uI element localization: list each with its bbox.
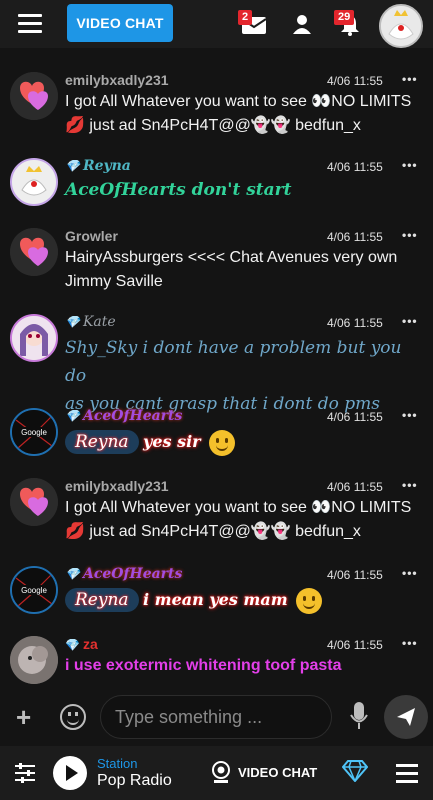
avatar[interactable] [10,478,58,526]
top-bar: VIDEO CHAT 2 29 [0,0,433,48]
timestamp: 4/06 11:55 [327,638,383,652]
message-text: I got All Whatever you want to see 👀NO L… [65,93,412,134]
message-text: AceOfHearts don't start [65,180,292,200]
notification-badge: 29 [334,10,355,25]
timestamp: 4/06 11:55 [327,230,383,244]
profile-avatar[interactable] [379,4,423,48]
message-text: Reyna yes sir [65,430,427,456]
camera-icon [212,761,230,783]
avatar[interactable] [10,158,58,206]
diamond-icon: 💎 [65,159,80,173]
more-options-icon[interactable]: ••• [402,228,418,242]
more-options-icon[interactable]: ••• [402,408,418,422]
diamond-icon: 💎 [65,638,80,652]
message-item: 💎 Reyna 4/06 11:55 ••• AceOfHearts don't … [0,156,433,216]
more-options-icon[interactable]: ••• [402,314,418,328]
message-input[interactable] [100,695,332,739]
more-options-icon[interactable]: ••• [402,636,418,650]
message-item: Google 💎 AceOfHearts 4/06 11:55 ••• Reyna… [0,564,433,628]
username[interactable]: emilybxadly231 [65,478,169,494]
google-logo: Google [21,586,47,595]
mic-icon[interactable] [350,702,368,735]
username[interactable]: 💎 Reyna [65,158,131,174]
more-options-icon[interactable]: ••• [402,566,418,580]
avatar[interactable] [10,314,58,362]
message-item: emilybxadly231 4/06 11:55 ••• I got All … [0,70,433,154]
username[interactable]: 💎 za [65,636,98,652]
avatar[interactable] [10,72,58,120]
message-text: HairyAssburgers <<<< Chat Avenues very o… [65,249,398,290]
username[interactable]: 💎 Kate [65,314,116,330]
timestamp: 4/06 11:55 [327,316,383,330]
video-chat-button[interactable]: VIDEO CHAT [67,4,173,42]
google-logo: Google [21,428,47,437]
player-bar: Station Pop Radio VIDEO CHAT [0,746,433,800]
diamond-icon: 💎 [65,567,80,581]
send-icon [397,708,415,726]
message-composer: + [0,688,433,746]
timestamp: 4/06 11:55 [327,160,383,174]
timestamp: 4/06 11:55 [327,74,383,88]
username[interactable]: 💎 AceOfHearts [65,408,182,424]
diamond-icon[interactable] [341,760,369,787]
mail-badge: 2 [238,10,253,25]
timestamp: 4/06 11:55 [327,410,383,424]
avatar[interactable]: Google [10,408,58,456]
username[interactable]: 💎 AceOfHearts [65,566,182,582]
message-text: Reyna i mean yes mam [65,588,427,614]
username[interactable]: emilybxadly231 [65,72,169,88]
sliders-icon[interactable] [14,762,36,789]
more-options-icon[interactable]: ••• [402,72,418,86]
message-list[interactable]: emilybxadly231 4/06 11:55 ••• I got All … [0,48,433,688]
send-button[interactable] [384,695,428,739]
message-text: i use exotermic whitening toof pasta [65,657,342,674]
timestamp: 4/06 11:55 [327,568,383,582]
message-item: Google 💎 AceOfHearts 4/06 11:55 ••• Reyna… [0,406,433,470]
diamond-icon: 💎 [65,315,80,329]
station-name[interactable]: Pop Radio [97,772,172,790]
mention-tag[interactable]: Reyna [65,430,139,455]
play-icon[interactable] [53,756,87,790]
station-label: Station [97,756,138,771]
plus-icon[interactable]: + [16,702,31,733]
message-text: I got All Whatever you want to see 👀NO L… [65,499,412,540]
video-chat-link[interactable]: VIDEO CHAT [210,760,317,784]
message-item: Growler 4/06 11:55 ••• HairyAssburgers <… [0,226,433,296]
diamond-icon: 💎 [65,409,80,423]
more-options-icon[interactable]: ••• [402,158,418,172]
more-options-icon[interactable]: ••• [402,478,418,492]
avatar[interactable] [10,228,58,276]
smiley-emoji [209,430,236,456]
message-item: 💎 za 4/06 11:55 ••• i use exotermic white… [0,634,433,688]
avatar[interactable]: Google [10,566,58,614]
avatar[interactable] [10,636,58,684]
menu-icon[interactable] [18,14,42,34]
user-icon[interactable] [292,14,312,39]
timestamp: 4/06 11:55 [327,480,383,494]
message-item: emilybxadly231 4/06 11:55 ••• I got All … [0,476,433,560]
message-item: 💎 Kate 4/06 11:55 ••• Shy_Sky i dont have… [0,312,433,414]
mention-tag[interactable]: Reyna [65,588,139,613]
emoji-icon[interactable] [60,704,86,730]
menu-icon[interactable] [396,764,418,788]
username[interactable]: Growler [65,228,118,244]
smiley-emoji [296,588,323,614]
